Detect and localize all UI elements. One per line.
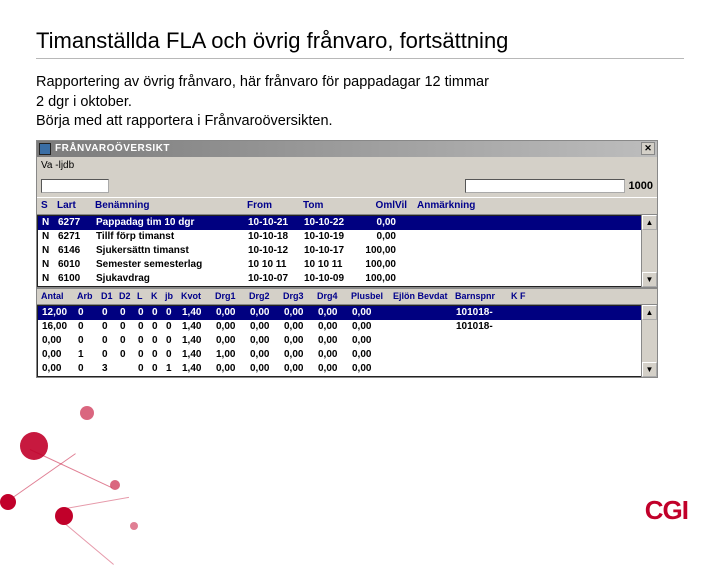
grid1-wrap: N6277Pappadag tim 10 dgr10-10-2110-10-22…: [37, 215, 657, 287]
grid2-scrollbar[interactable]: ▲ ▼: [641, 305, 657, 377]
grid1[interactable]: N6277Pappadag tim 10 dgr10-10-2110-10-22…: [37, 215, 657, 287]
hdr-from: From: [247, 200, 303, 211]
hdr-anm: Anmärkning: [417, 200, 653, 211]
scroll-up-icon[interactable]: ▲: [642, 215, 657, 230]
grid2-header: Antal Arb D1 D2 L K jb Kvot Drg1 Drg2 Dr…: [37, 287, 657, 305]
hdr2-barnspnr: Barnspnr: [455, 291, 511, 301]
hdr2-antal: Antal: [41, 291, 77, 301]
hdr-benamning: Benämning: [95, 200, 247, 211]
hdr2-plusbel: Plusbel: [351, 291, 393, 301]
scroll-up-icon[interactable]: ▲: [642, 305, 657, 320]
app-window: FRÅNVAROÖVERSIKT ✕ Va -ljdb 1000 S Lart …: [36, 140, 658, 378]
scroll-down-icon[interactable]: ▼: [642, 362, 657, 377]
desc-line-3: Börja med att rapportera i Frånvaroövers…: [36, 113, 333, 129]
hdr2-d1: D1: [101, 291, 119, 301]
hdr-lart: Lart: [57, 200, 95, 211]
scroll-down-icon[interactable]: ▼: [642, 272, 657, 287]
desc-line-1: Rapportering av övrig frånvaro, här från…: [36, 74, 489, 90]
window-titlebar: FRÅNVAROÖVERSIKT ✕: [37, 141, 657, 157]
table-row[interactable]: 0,000000001,400,000,000,000,000,00: [38, 334, 656, 348]
table-row[interactable]: 12,000000001,400,000,000,000,000,0010101…: [38, 306, 656, 320]
grid1-scrollbar[interactable]: ▲ ▼: [641, 215, 657, 287]
table-row[interactable]: N6146Sjukersättn timanst10-10-1210-10-17…: [38, 244, 656, 258]
hdr2-d2: D2: [119, 291, 137, 301]
table-row[interactable]: 16,000000001,400,000,000,000,000,0010101…: [38, 320, 656, 334]
title-underline: [36, 58, 684, 59]
hdr2-drg4: Drg4: [317, 291, 351, 301]
desc-line-2: 2 dgr i oktober.: [36, 94, 132, 110]
grid2[interactable]: 12,000000001,400,000,000,000,000,0010101…: [37, 305, 657, 377]
hdr2-kf: K F: [511, 291, 531, 301]
table-row[interactable]: N6277Pappadag tim 10 dgr10-10-2110-10-22…: [38, 216, 656, 230]
date-from-input[interactable]: [41, 179, 109, 193]
hdr-oml: Oml: [359, 200, 395, 211]
table-row[interactable]: N6100Sjukavdrag10-10-0710-10-09100,00: [38, 272, 656, 286]
hdr2-drg3: Drg3: [283, 291, 317, 301]
window-icon: [39, 143, 51, 155]
hdr2-l: L: [137, 291, 151, 301]
dept-code: 1000: [629, 180, 653, 192]
slide-description: Rapportering av övrig frånvaro, här från…: [36, 73, 684, 132]
window-title: FRÅNVAROÖVERSIKT: [55, 143, 170, 154]
hdr2-k: K: [151, 291, 165, 301]
slide-title: Timanställda FLA och övrig frånvaro, for…: [36, 28, 684, 54]
hdr2-jb: jb: [165, 291, 181, 301]
date-row: 1000: [37, 175, 657, 197]
org-label: Va -ljdb: [41, 160, 74, 171]
table-row[interactable]: 0,001000001,401,000,000,000,000,00: [38, 348, 656, 362]
table-row[interactable]: N6010Semester semesterlag10 10 1110 10 1…: [38, 258, 656, 272]
hdr-vil: Vil: [395, 200, 417, 211]
hdr2-arb: Arb: [77, 291, 101, 301]
grid2-wrap: 12,000000001,400,000,000,000,000,0010101…: [37, 305, 657, 377]
hdr-s: S: [41, 200, 57, 211]
hdr2-ejlon: Ejlön Bevdat: [393, 291, 455, 301]
hdr2-drg2: Drg2: [249, 291, 283, 301]
grid1-header: S Lart Benämning From Tom Oml Vil Anmärk…: [37, 197, 657, 215]
name-input[interactable]: [465, 179, 625, 193]
table-row[interactable]: 0,00030011,400,000,000,000,000,00: [38, 362, 656, 376]
table-row[interactable]: N6271Tillf förp timanst10-10-1810-10-190…: [38, 230, 656, 244]
close-button[interactable]: ✕: [641, 142, 655, 155]
hdr-tom: Tom: [303, 200, 359, 211]
hdr2-drg1: Drg1: [215, 291, 249, 301]
cgi-logo: CGI: [645, 495, 688, 526]
hdr2-kvot: Kvot: [181, 291, 215, 301]
org-field-row: Va -ljdb: [37, 157, 657, 175]
